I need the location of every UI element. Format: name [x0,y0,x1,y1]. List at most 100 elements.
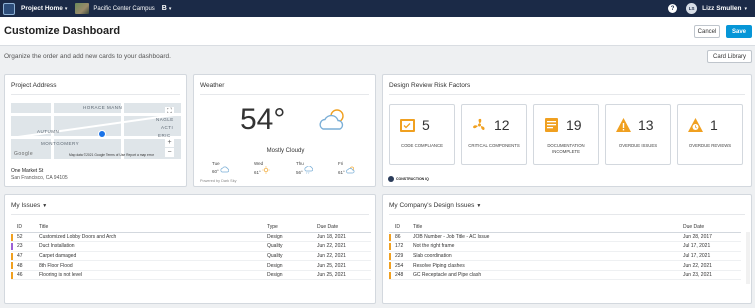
issue-due-cell: Jun 28, 2017 [683,232,741,243]
construction-iq-icon [388,176,394,182]
zoom-out-button[interactable]: − [165,148,174,157]
map-label: AUTUMN [37,129,60,134]
issue-title-cell[interactable]: Customized Lobby Doors and Arch [39,232,267,243]
table-row[interactable]: 254 Resolve Piping clashes Jun 22, 2021 [389,260,741,271]
risk-factors-card[interactable]: Design Review Risk Factors 5 CODE COMPLI… [382,74,752,187]
forecast-day: Tue 60° [212,161,236,174]
issue-title-cell[interactable]: JOB Number - Job Title - AC Issue [413,232,683,243]
user-name[interactable]: Lizz Smullen [702,5,741,12]
issue-id: 46 [17,272,23,279]
issue-type-cell: Quality [267,241,317,252]
table-row[interactable]: 248 GC Receptacle and Pipe clash Jun 23, 2… [389,270,741,281]
table-row[interactable]: 23 Duct Installation Quality Jun 22, 2021 [11,241,371,252]
column-header-id[interactable]: ID [389,222,413,233]
risk-count: 1 [710,117,718,133]
card-title-select[interactable]: My Company's Design Issues ▼ [389,202,481,209]
issue-title-cell[interactable]: GC Receptacle and Pipe clash [413,270,683,281]
project-address-card[interactable]: Project Address HORACE MANN AUTUMN MONTG… [4,74,187,187]
map-road [11,136,181,139]
table-row[interactable]: 86 JOB Number - Job Title - AC Issue Jun 2… [389,232,741,243]
issue-due-cell: Jun 22, 2021 [317,241,371,252]
risk-count: 12 [494,117,510,133]
home-logo-icon[interactable] [3,2,15,15]
risk-tile-overdue-issues[interactable]: 13 OVERDUE ISSUES [605,104,671,165]
forecast-temp: 60° [212,169,219,174]
card-title: Weather [200,82,225,89]
column-header-due-date[interactable]: Due Date [317,222,371,233]
weather-attribution[interactable]: Powered by Dark Sky [200,179,237,183]
map-credits[interactable]: Map data ©2021 Google Terms of Use Repor… [69,153,154,157]
company-issues-card[interactable]: My Company's Design Issues ▼ ID Title Due… [382,194,752,304]
issue-title-cell[interactable]: Slab coordination [413,251,683,262]
column-header-title[interactable]: Title [413,222,683,233]
column-header-id[interactable]: ID [11,222,39,233]
current-temperature: 54° [240,103,286,136]
table-row[interactable]: 47 Carpet damaged Quality Jun 22, 2021 [11,251,371,262]
my-issues-card[interactable]: My Issues ▼ ID Title Type Due Date 52 Cust… [4,194,376,304]
table-row[interactable]: 172 Not the right frame Jul 17, 2021 [389,241,741,252]
issue-id: 254 [395,262,404,269]
map[interactable]: HORACE MANN AUTUMN MONTGOMERY NAGLE ACTI… [11,103,181,159]
save-button[interactable]: Save [726,25,752,38]
risk-tile-critical-components[interactable]: 12 CRITICAL COMPONENTS [461,104,527,165]
fullscreen-icon[interactable]: ⛶ [165,107,174,116]
risk-tile-overdue-reviews[interactable]: 1 OVERDUE REVIEWS [677,104,743,165]
risk-label: CODE COMPLIANCE [400,143,444,148]
issue-id-cell: 48 [11,260,39,271]
chevron-down-icon[interactable]: ▾ [65,6,68,12]
risk-tile-code-compliance[interactable]: 5 CODE COMPLIANCE [389,104,455,165]
top-nav-bar: Project Home ▾ Pacific Center Campus B ▾… [0,0,755,17]
divider [11,94,180,95]
caret-down-icon[interactable]: ▼ [42,203,47,209]
column-header-type[interactable]: Type [267,222,317,233]
issue-title-cell[interactable]: Resolve Piping clashes [413,260,683,271]
b-brand-icon[interactable]: B [162,5,167,12]
issue-title-cell[interactable]: Not the right frame [413,241,683,252]
risk-count: 5 [422,117,430,133]
column-header-title[interactable]: Title [39,222,267,233]
weather-card[interactable]: Weather 54° Mostly Cloudy Tue 60° Wed 61… [193,74,376,187]
issue-id-cell: 248 [389,270,413,281]
project-thumbnail [75,3,90,14]
issue-title-cell[interactable]: Flooring is not level [39,270,267,281]
partly-cloudy-icon [346,166,355,174]
issue-title-cell[interactable]: Duct Installation [39,241,267,252]
map-road [121,103,124,159]
card-title: Project Address [11,82,57,89]
status-color-bar [389,233,391,241]
risk-tile-documentation-incomplete[interactable]: 19 DOCUMENTATION INCOMPLETE [533,104,599,165]
card-library-button[interactable]: Card Library [707,50,752,63]
location-pin-icon[interactable] [98,130,106,138]
issue-title-cell[interactable]: Carpet damaged [39,251,267,262]
zoom-in-button[interactable]: + [165,138,174,147]
status-color-bar [11,262,13,270]
table-row[interactable]: 48 8th Floor Flood Design Jun 25, 2021 [11,260,371,271]
issue-id: 47 [17,252,23,259]
table-row[interactable]: 52 Customized Lobby Doors and Arch Design J… [11,232,371,243]
caret-down-icon[interactable]: ▼ [476,203,481,209]
issue-due-cell: Jun 25, 2021 [317,270,371,281]
issue-due-cell: Jun 18, 2021 [317,232,371,243]
issue-due-cell: Jul 17, 2021 [683,241,741,252]
chevron-down-icon[interactable]: ▾ [744,6,747,12]
column-header-due-date[interactable]: Due Date [683,222,741,233]
my-issues-table: ID Title Type Due Date 52 Customized Lobb… [11,222,371,281]
status-color-bar [11,271,13,279]
cancel-button[interactable]: Cancel [694,25,720,38]
issue-id: 229 [395,252,404,259]
chevron-down-icon[interactable]: ▾ [169,6,172,12]
issue-id-cell: 229 [389,251,413,262]
issue-title-cell[interactable]: 8th Floor Flood [39,260,267,271]
avatar[interactable]: LS [686,3,698,14]
project-home-menu[interactable]: Project Home [21,5,63,12]
card-title-select[interactable]: My Issues ▼ [11,202,47,209]
table-row[interactable]: 46 Flooring is not level Design Jun 25, 202… [11,270,371,281]
help-icon[interactable]: ? [668,4,678,13]
partly-cloudy-icon [319,109,344,130]
scrollbar[interactable] [746,232,750,284]
risk-label: OVERDUE REVIEWS [688,143,732,148]
rain-icon [304,165,314,174]
issue-id: 23 [17,243,23,250]
issue-id: 52 [17,233,23,240]
table-row[interactable]: 229 Slab coordination Jul 17, 2021 [389,251,741,262]
